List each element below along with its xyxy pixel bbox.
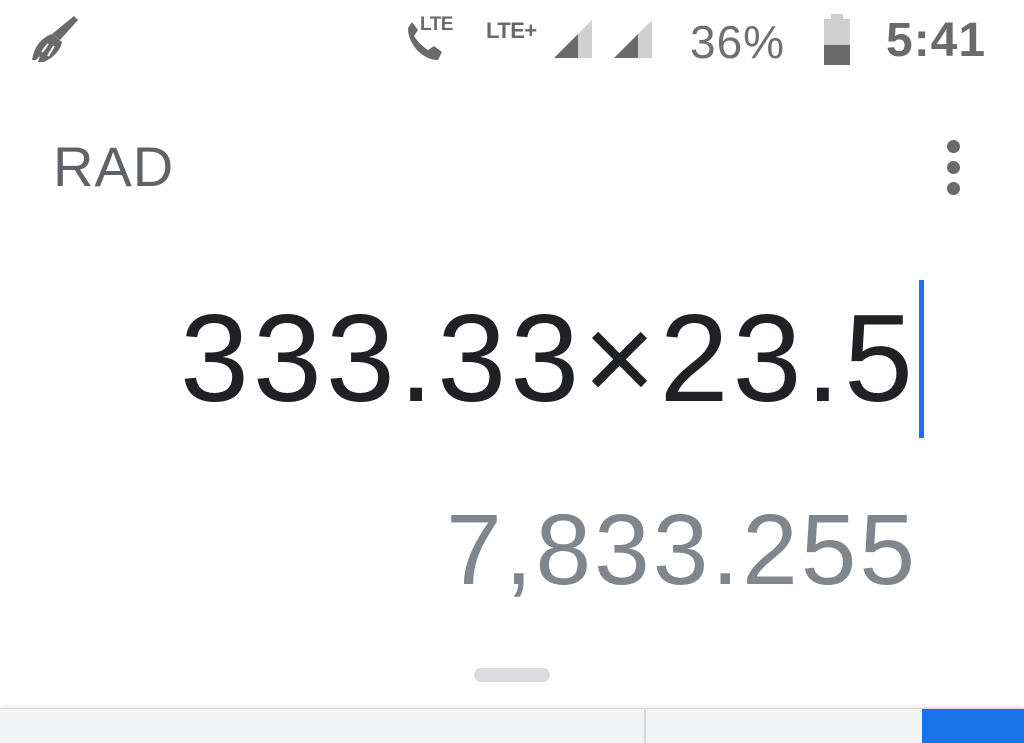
keypad-divider bbox=[644, 709, 646, 743]
volte-call-icon: LTE bbox=[402, 14, 464, 64]
menu-dot bbox=[947, 161, 960, 174]
more-vert-icon[interactable] bbox=[934, 140, 974, 196]
drag-handle[interactable] bbox=[474, 668, 550, 682]
angle-mode-toggle[interactable]: RAD bbox=[53, 134, 174, 199]
broom-icon bbox=[30, 14, 84, 64]
status-clock: 5:41 bbox=[886, 14, 987, 67]
status-bar: LTE LTE+ 36% 5:41 bbox=[0, 0, 1024, 86]
signal-strength-icon bbox=[612, 18, 654, 60]
calculator-screen: LTE LTE+ 36% 5:41 RAD 333.33×23.5 7,833.… bbox=[0, 0, 1024, 743]
call-lte-label: LTE bbox=[420, 14, 453, 35]
signal-strength-icon bbox=[552, 18, 594, 60]
operator-panel[interactable] bbox=[922, 709, 1024, 743]
formula-text: 333.33×23.5 bbox=[179, 290, 917, 428]
formula-display[interactable]: 333.33×23.5 bbox=[180, 280, 924, 438]
menu-dot bbox=[947, 182, 960, 195]
menu-dot bbox=[947, 140, 960, 153]
text-cursor bbox=[919, 280, 924, 438]
result-preview: 7,833.255 bbox=[446, 494, 918, 606]
network-type-label: LTE+ bbox=[486, 18, 537, 43]
keypad-panel[interactable] bbox=[0, 708, 1024, 743]
battery-icon bbox=[822, 14, 852, 66]
battery-percentage: 36% bbox=[690, 16, 786, 68]
